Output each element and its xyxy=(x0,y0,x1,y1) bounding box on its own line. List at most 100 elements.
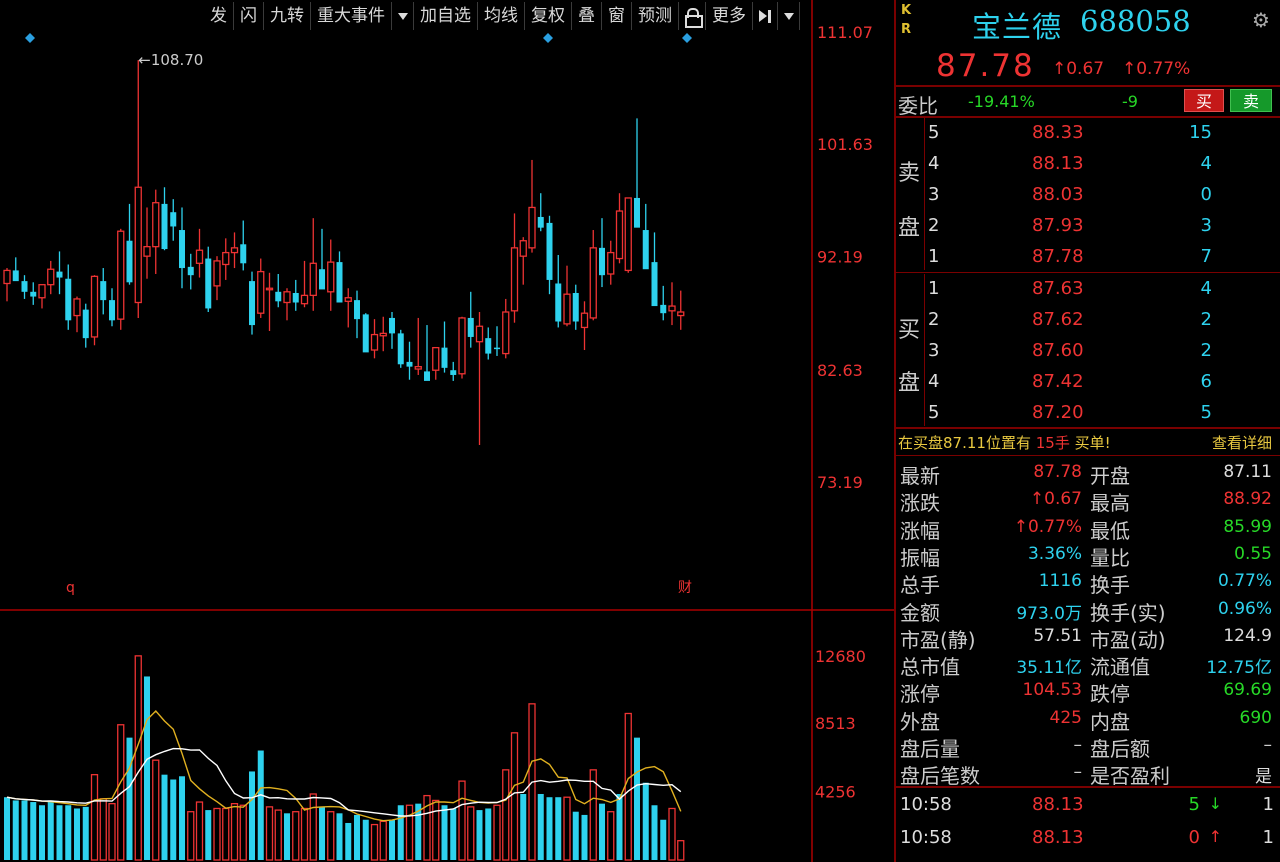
bid-level: 1 xyxy=(928,278,940,299)
volume-bar xyxy=(634,737,640,860)
stat-value: 973.0万 xyxy=(1016,603,1082,624)
bid-price: 87.42 xyxy=(1032,371,1084,392)
toolbar-adjust-button[interactable]: 复权 xyxy=(525,2,572,30)
buy-button[interactable]: 买 xyxy=(1184,89,1224,112)
toolbar-overlay-button[interactable]: 叠 xyxy=(572,2,602,30)
toolbar-more-dropdown[interactable] xyxy=(778,2,800,30)
volume-bar xyxy=(4,797,10,860)
candle-body xyxy=(389,317,395,334)
arrow-down-icon: ↓ xyxy=(1208,794,1222,813)
skip-end-icon xyxy=(759,9,771,23)
price-axis-tick: 73.19 xyxy=(817,473,863,492)
candle-body xyxy=(458,317,466,375)
toolbar-add-watchlist-button[interactable]: 加自选 xyxy=(414,2,478,30)
bid-level: 4 xyxy=(928,371,940,392)
candle-body xyxy=(319,269,325,290)
toolbar-forecast-button[interactable]: 预测 xyxy=(632,2,679,30)
candle-body xyxy=(555,283,562,322)
candle-body xyxy=(537,216,544,228)
volume-bar xyxy=(379,820,387,861)
lock-icon xyxy=(685,8,703,28)
volume-bar xyxy=(327,811,335,861)
toolbar-skip-button[interactable] xyxy=(753,2,778,30)
ask-price: 88.33 xyxy=(1032,122,1084,143)
volume-bar xyxy=(300,807,309,861)
stat-value: 57.51 xyxy=(1033,625,1082,646)
ask-row[interactable]: 3 88.03 0 xyxy=(896,180,1280,210)
sell-button[interactable]: 卖 xyxy=(1230,89,1272,112)
toolbar-lock-button[interactable] xyxy=(679,2,706,30)
volume-bar xyxy=(563,796,571,861)
r-badge[interactable]: R xyxy=(901,22,911,37)
candle-body xyxy=(502,311,510,355)
candle-body xyxy=(240,244,247,264)
volume-bar xyxy=(642,782,649,860)
bid-row[interactable]: 3 87.60 2 xyxy=(896,336,1280,366)
bid-qty: 2 xyxy=(1200,309,1212,330)
stat-value: 104.53 xyxy=(1022,680,1082,701)
ask-row[interactable]: 2 87.93 3 xyxy=(896,211,1280,241)
volume-bar xyxy=(555,797,562,860)
candle-body xyxy=(599,247,605,276)
candle-body xyxy=(519,240,527,257)
candle-body xyxy=(651,262,658,307)
bid-row[interactable]: 1 87.63 4 xyxy=(896,274,1280,304)
candle-body xyxy=(572,292,579,322)
ask-qty: 0 xyxy=(1200,184,1212,205)
view-detail-link[interactable]: 查看详细 xyxy=(1212,432,1272,453)
volume-bar xyxy=(170,779,177,860)
candle-body xyxy=(152,202,160,248)
toolbar-jiuzhuan-button[interactable]: 九转 xyxy=(264,2,311,30)
toolbar-ma-button[interactable]: 均线 xyxy=(478,2,525,30)
tick-time: 10:58 xyxy=(900,794,952,815)
volume-bar xyxy=(397,805,404,860)
candle-body xyxy=(12,270,19,282)
k-badge[interactable]: K xyxy=(901,3,911,18)
ask-row[interactable]: 1 87.78 7 xyxy=(896,242,1280,272)
volume-bar xyxy=(239,804,247,861)
gear-icon[interactable]: ⚙ xyxy=(1252,10,1272,30)
stat-value: 690 xyxy=(1239,707,1272,728)
volume-bar xyxy=(537,793,544,860)
weibi-label: 委比 xyxy=(898,94,938,118)
tick-row: 10:58 88.13 0 ↑ 1 xyxy=(896,823,1280,853)
volume-bar xyxy=(82,806,89,860)
candle-body xyxy=(494,347,500,350)
tick-price: 88.13 xyxy=(1032,794,1084,815)
stat-row: 盘后量 – 盘后额 – xyxy=(896,731,1280,761)
ask-row[interactable]: 5 88.33 15 xyxy=(896,118,1280,148)
toolbar-major-events-button[interactable]: 重大事件 xyxy=(311,2,392,30)
tick-price: 88.13 xyxy=(1032,827,1084,848)
tick-row: 10:58 88.13 5 ↓ 1 xyxy=(896,790,1280,820)
stat-value: – xyxy=(1263,735,1273,755)
candle-body xyxy=(424,371,430,381)
volume-ma10-line xyxy=(6,747,682,817)
chart-area[interactable]: 111.07 101.63 92.19 82.63 73.19 ←108.70 q 财 1268… xyxy=(0,0,894,862)
candle-body xyxy=(642,230,649,270)
stat-value: 12.75亿 xyxy=(1206,658,1272,679)
toolbar-more-button[interactable]: 更多 xyxy=(706,2,753,30)
stat-value: 1116 xyxy=(1038,571,1082,592)
candlestick-series xyxy=(3,60,685,446)
volume-bar xyxy=(257,750,264,860)
weibi-value: -19.41% xyxy=(968,92,1035,111)
ask-row[interactable]: 4 88.13 4 xyxy=(896,149,1280,179)
chart-toolbar: 发 闪 九转 重大事件 加自选 均线 复权 叠 窗 预测 更多 xyxy=(204,2,800,32)
toolbar-window-button[interactable]: 窗 xyxy=(602,2,632,30)
candle-body xyxy=(73,298,81,317)
volume-bar xyxy=(607,811,615,861)
candle-body xyxy=(344,297,352,302)
volume-axis-tick: 4256 xyxy=(815,782,856,801)
volume-bar xyxy=(65,805,72,860)
major-events-dropdown[interactable] xyxy=(392,2,414,30)
toolbar-fa-button[interactable]: 发 xyxy=(204,2,234,30)
candle-body xyxy=(309,262,317,297)
volume-bar xyxy=(284,813,290,860)
bid-row[interactable]: 5 87.20 5 xyxy=(896,398,1280,428)
candle-body xyxy=(327,261,335,293)
bid-row[interactable]: 2 87.62 2 xyxy=(896,305,1280,335)
toolbar-shan-button[interactable]: 闪 xyxy=(234,2,264,30)
bid-row[interactable]: 4 87.42 6 xyxy=(896,367,1280,397)
volume-bar xyxy=(572,811,579,860)
volume-bar xyxy=(668,807,676,861)
